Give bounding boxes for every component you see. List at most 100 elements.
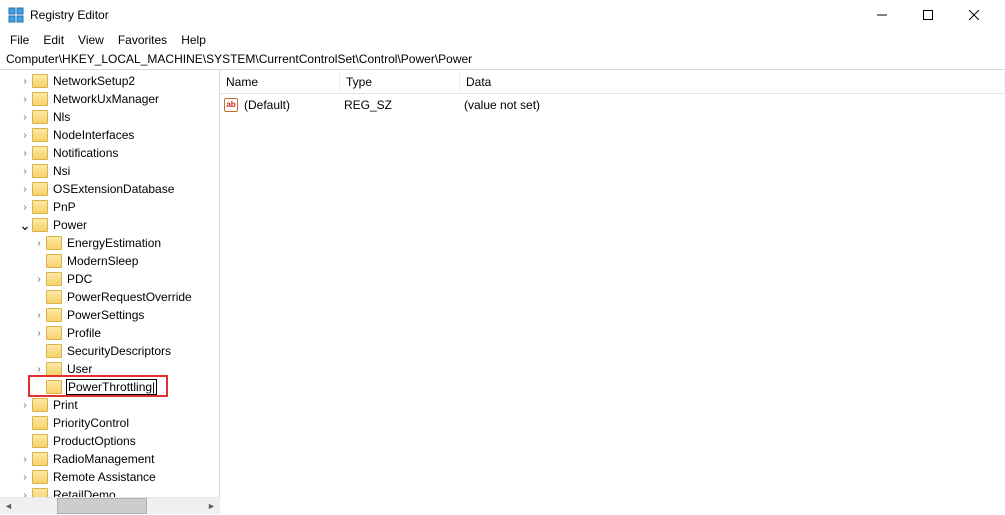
- chevron-right-icon[interactable]: ›: [18, 94, 32, 105]
- tree-label: NodeInterfaces: [52, 128, 135, 142]
- tree-node-osextensiondatabase[interactable]: › OSExtensionDatabase: [0, 180, 219, 198]
- tree-node-power[interactable]: ⌄ Power: [0, 216, 219, 234]
- chevron-right-icon[interactable]: ›: [32, 274, 46, 285]
- folder-icon: [32, 488, 48, 497]
- column-type[interactable]: Type: [340, 72, 460, 92]
- tree-node-prioritycontrol[interactable]: PriorityControl: [0, 414, 219, 432]
- folder-icon: [32, 398, 48, 412]
- chevron-right-icon[interactable]: ›: [18, 76, 32, 87]
- tree-node-profile[interactable]: › Profile: [0, 324, 219, 342]
- chevron-right-icon[interactable]: ›: [32, 328, 46, 339]
- tree-node-retaildemo[interactable]: › RetailDemo: [0, 486, 219, 497]
- maximize-button[interactable]: [905, 0, 951, 30]
- close-button[interactable]: [951, 0, 997, 30]
- tree-label: PDC: [66, 272, 93, 286]
- chevron-right-icon[interactable]: ›: [32, 238, 46, 249]
- minimize-button[interactable]: [859, 0, 905, 30]
- folder-icon: [32, 200, 48, 214]
- string-value-icon: ab: [224, 98, 238, 112]
- tree-node-networkuxmanager[interactable]: › NetworkUxManager: [0, 90, 219, 108]
- tree-node-nsi[interactable]: ›Nsi: [0, 162, 219, 180]
- folder-icon: [32, 146, 48, 160]
- tree-node-nls[interactable]: ›Nls: [0, 108, 219, 126]
- menu-help[interactable]: Help: [175, 32, 212, 48]
- tree-label: PowerRequestOverride: [66, 290, 193, 304]
- tree-node-securitydescriptors[interactable]: SecurityDescriptors: [0, 342, 219, 360]
- tree-node-remote-assistance[interactable]: ›Remote Assistance: [0, 468, 219, 486]
- tree-node-user[interactable]: › User: [0, 360, 219, 378]
- folder-icon: [32, 182, 48, 196]
- tree-label: EnergyEstimation: [66, 236, 162, 250]
- column-data[interactable]: Data: [460, 72, 1005, 92]
- tree-node-pnp[interactable]: › PnP: [0, 198, 219, 216]
- tree-node-energyestimation[interactable]: › EnergyEstimation: [0, 234, 219, 252]
- chevron-right-icon[interactable]: ›: [18, 454, 32, 465]
- tree-label: Print: [52, 398, 79, 412]
- scroll-left-button[interactable]: ◄: [0, 498, 17, 515]
- scroll-right-button[interactable]: ►: [203, 498, 220, 515]
- tree-node-networksetup2[interactable]: › NetworkSetup2: [0, 72, 219, 90]
- tree-label: OSExtensionDatabase: [52, 182, 175, 196]
- tree-label: NetworkUxManager: [52, 92, 160, 106]
- tree-label: Profile: [66, 326, 102, 340]
- window-title: Registry Editor: [30, 8, 859, 22]
- folder-icon: [32, 470, 48, 484]
- chevron-right-icon[interactable]: ›: [32, 364, 46, 375]
- tree-node-powersettings[interactable]: ›PowerSettings: [0, 306, 219, 324]
- address-bar[interactable]: Computer\HKEY_LOCAL_MACHINE\SYSTEM\Curre…: [0, 50, 1005, 70]
- chevron-right-icon[interactable]: ›: [18, 400, 32, 411]
- cell-type: REG_SZ: [338, 98, 458, 112]
- tree-label: Power: [52, 218, 88, 232]
- chevron-right-icon[interactable]: ›: [18, 148, 32, 159]
- tree-node-print[interactable]: › Print: [0, 396, 219, 414]
- folder-icon: [32, 92, 48, 106]
- tree-label: Notifications: [52, 146, 119, 160]
- chevron-right-icon[interactable]: ›: [18, 490, 32, 498]
- tree-label: User: [66, 362, 93, 376]
- tree-horizontal-scrollbar[interactable]: ◄ ►: [0, 497, 220, 514]
- tree-node-productoptions[interactable]: ProductOptions: [0, 432, 219, 450]
- folder-icon: [46, 308, 62, 322]
- menu-file[interactable]: File: [4, 32, 35, 48]
- tree-node-modernsleep[interactable]: ModernSleep: [0, 252, 219, 270]
- tree-label: RetailDemo: [52, 488, 117, 497]
- tree-node-notifications[interactable]: › Notifications: [0, 144, 219, 162]
- chevron-right-icon[interactable]: ›: [18, 472, 32, 483]
- tree-label: PriorityControl: [52, 416, 130, 430]
- tree-label: RadioManagement: [52, 452, 155, 466]
- folder-icon: [32, 74, 48, 88]
- folder-icon: [46, 236, 62, 250]
- regedit-icon: [8, 7, 24, 23]
- folder-icon: [32, 128, 48, 142]
- chevron-down-icon[interactable]: ⌄: [18, 217, 32, 234]
- chevron-right-icon[interactable]: ›: [18, 130, 32, 141]
- list-row[interactable]: ab (Default) REG_SZ (value not set): [220, 96, 1005, 114]
- column-name[interactable]: Name: [220, 72, 340, 92]
- chevron-right-icon[interactable]: ›: [18, 166, 32, 177]
- titlebar: Registry Editor: [0, 0, 1005, 30]
- tree-label: SecurityDescriptors: [66, 344, 172, 358]
- tree-node-radiomanagement[interactable]: › RadioManagement: [0, 450, 219, 468]
- chevron-right-icon[interactable]: ›: [32, 310, 46, 321]
- tree-panel[interactable]: ›NetworkSetup2›NetworkUxManager›Nls›Node…: [0, 70, 220, 497]
- folder-icon: [32, 164, 48, 178]
- list-header: Name Type Data: [220, 70, 1005, 94]
- cell-data: (value not set): [458, 98, 1005, 112]
- folder-icon: [32, 416, 48, 430]
- chevron-right-icon[interactable]: ›: [18, 112, 32, 123]
- scroll-thumb[interactable]: [57, 498, 147, 514]
- folder-icon: [46, 272, 62, 286]
- scroll-track[interactable]: [17, 498, 203, 514]
- tree-node-powerthrottling[interactable]: PowerThrottling|: [0, 378, 219, 396]
- chevron-right-icon[interactable]: ›: [18, 184, 32, 195]
- menu-favorites[interactable]: Favorites: [112, 32, 173, 48]
- tree-node-powerrequestoverride[interactable]: PowerRequestOverride: [0, 288, 219, 306]
- list-body[interactable]: ab (Default) REG_SZ (value not set): [220, 94, 1005, 497]
- tree-node-nodeinterfaces[interactable]: › NodeInterfaces: [0, 126, 219, 144]
- tree-node-pdc[interactable]: › PDC: [0, 270, 219, 288]
- menu-edit[interactable]: Edit: [37, 32, 70, 48]
- chevron-right-icon[interactable]: ›: [18, 202, 32, 213]
- tree-label: PnP: [52, 200, 77, 214]
- menu-view[interactable]: View: [72, 32, 110, 48]
- tree-label: NetworkSetup2: [52, 74, 136, 88]
